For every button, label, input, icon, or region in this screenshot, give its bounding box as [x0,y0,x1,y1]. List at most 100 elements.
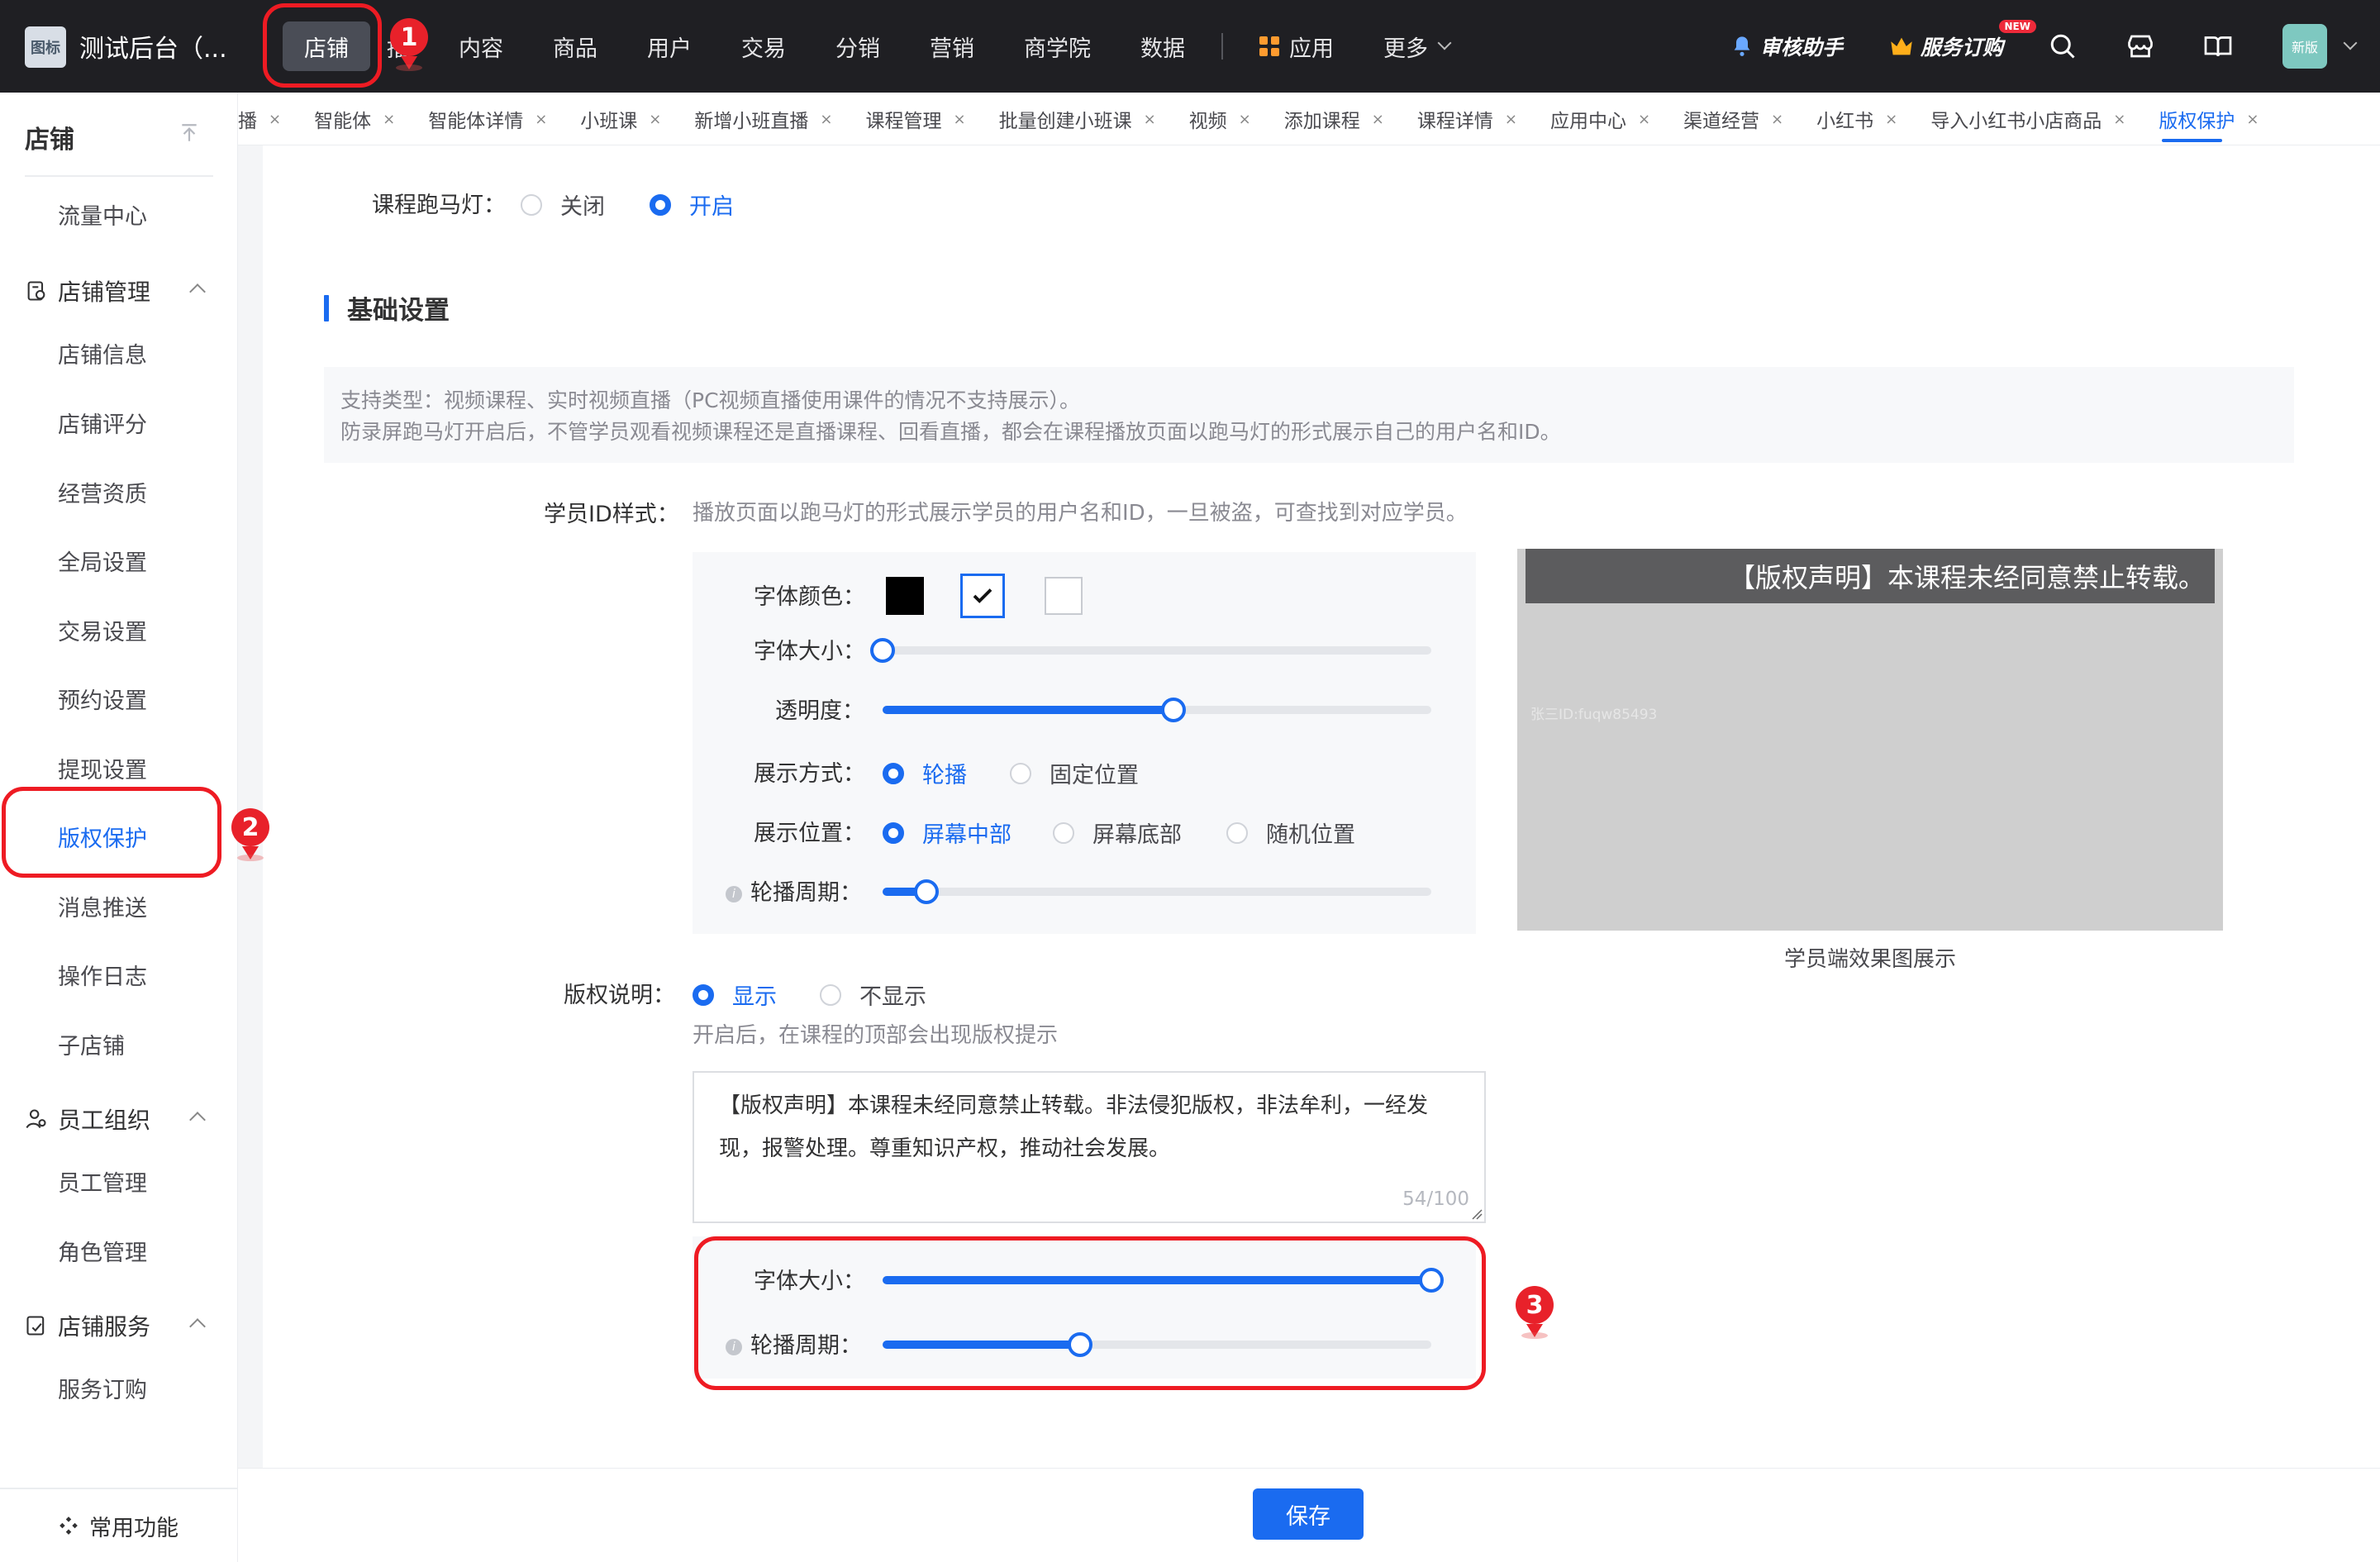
page-tabs: 播 × 智能体 × 智能体详情 × 小班课 × 新增小班直播 × 课程管理 × 批量创建小班课 × 视频 × 添… [238,93,2380,145]
tab-item[interactable]: 版权保护 × [2142,93,2275,145]
sidebar-item-booking-settings[interactable]: 预约设置 [58,683,147,715]
nav-item-data[interactable]: 数据 [1116,21,1210,71]
sidebar-item-service-subscribe[interactable]: 服务订购 [58,1372,147,1404]
close-icon[interactable]: × [2113,111,2125,128]
nav-item-content[interactable]: 内容 [434,21,528,71]
store-icon[interactable] [2122,28,2159,64]
nav-item-more[interactable]: 更多 [1359,21,1474,71]
sidebar-item-withdraw-settings[interactable]: 提现设置 [58,752,147,784]
marquee-off-radio[interactable]: 关闭 [521,188,605,221]
close-icon[interactable]: × [820,111,832,128]
tab-item[interactable]: 课程管理 × [849,93,982,145]
slider-thumb[interactable] [870,638,895,663]
color-swatch-white-selected[interactable] [960,574,1005,618]
font-size-slider[interactable] [870,638,1431,663]
sidebar-item-sub-shop[interactable]: 子店铺 [58,1028,125,1060]
slider-thumb[interactable] [1160,698,1186,722]
display-position-center-label: 屏幕中部 [922,822,1011,848]
tab-label: 批量创建小班课 [998,111,1132,132]
display-position-random-radio[interactable]: 随机位置 [1226,817,1355,849]
sidebar-item-message-push[interactable]: 消息推送 [58,890,147,922]
close-icon[interactable]: × [2246,111,2259,128]
nav-item-marketing[interactable]: 营销 [905,21,999,71]
nav-item-users[interactable]: 用户 [622,21,716,71]
copyright-textarea[interactable]: 【版权声明】本课程未经同意禁止转载。非法侵犯版权，非法牟利，一经发现，报警处理。… [693,1071,1486,1223]
new-badge: NEW [1998,20,2036,33]
tab-item[interactable]: 课程详情 × [1401,93,1534,145]
tab-item[interactable]: 视频 × [1173,93,1268,145]
close-icon[interactable]: × [1638,111,1650,128]
sidebar-item-qualification[interactable]: 经营资质 [58,476,147,508]
sidebar-item-role-manage[interactable]: 角色管理 [58,1235,147,1267]
pin-icon[interactable] [178,122,200,144]
tab-item[interactable]: 智能体详情 × [412,93,564,145]
sidebar-group-shop-manage[interactable]: 店铺管理 [25,274,150,307]
tab-item[interactable]: 播 × [238,93,298,145]
chevron-down-icon[interactable] [2343,36,2358,50]
nav-item-trade[interactable]: 交易 [716,21,811,71]
sidebar-group-shop-service[interactable]: 店铺服务 [25,1309,150,1342]
close-icon[interactable]: × [383,111,395,128]
tab-item[interactable]: 新增小班直播 × [678,93,849,145]
marquee-on-radio[interactable]: 开启 [650,188,734,221]
tab-item[interactable]: 批量创建小班课 × [983,93,1173,145]
close-icon[interactable]: × [953,111,965,128]
search-icon[interactable] [2044,28,2081,64]
chevron-up-icon[interactable] [189,1318,206,1335]
close-icon[interactable]: × [1885,111,1897,128]
sidebar-item-shop-rating[interactable]: 店铺评分 [58,407,147,439]
sidebar-item-trade-settings[interactable]: 交易设置 [58,614,147,646]
close-icon[interactable]: × [1372,111,1384,128]
period-slider[interactable] [883,879,1431,904]
tab-item[interactable]: 小红书 × [1800,93,1914,145]
close-icon[interactable]: × [1505,111,1517,128]
sidebar-item-staff-manage[interactable]: 员工管理 [58,1165,147,1198]
copyright-show-radio[interactable]: 显示 [693,979,777,1011]
nav-item-goods[interactable]: 商品 [528,21,622,71]
chevron-up-icon[interactable] [189,283,206,300]
close-icon[interactable]: × [1144,111,1156,128]
display-position-bottom-label: 屏幕底部 [1092,822,1182,848]
tab-item[interactable]: 小班课 × [564,93,678,145]
shop-logo[interactable]: 图标 [25,26,66,68]
avatar[interactable]: 新版 [2282,24,2327,69]
opacity-slider[interactable] [883,698,1431,722]
close-icon[interactable]: × [1771,111,1783,128]
color-swatch-white[interactable] [1045,577,1083,615]
slider-thumb[interactable] [914,879,940,904]
radio-circle [1053,821,1074,844]
tab-item[interactable]: 导入小红书小店商品 × [1914,93,2142,145]
chevron-up-icon[interactable] [189,1112,206,1128]
book-icon[interactable] [2200,28,2236,64]
tab-item[interactable]: 渠道经营 × [1667,93,1800,145]
close-icon[interactable]: × [269,111,281,128]
nav-item-apps[interactable]: 应用 [1235,21,1359,71]
service-subscribe-button[interactable]: 服务订购 NEW [1889,20,2036,61]
close-icon[interactable]: × [649,111,661,128]
resize-handle-icon[interactable] [1469,1207,1483,1220]
sidebar-item-traffic-center[interactable]: 流量中心 [58,198,147,231]
sidebar-item-global-settings[interactable]: 全局设置 [58,545,147,577]
display-mode-fixed-radio[interactable]: 固定位置 [1010,757,1139,789]
review-assistant-button[interactable]: 审核助手 [1730,31,1843,61]
nav-item-academy[interactable]: 商学院 [999,21,1116,71]
sidebar-group-staff[interactable]: 员工组织 [25,1102,150,1136]
info-icon[interactable]: i [726,885,742,902]
close-icon[interactable]: × [535,111,547,128]
display-position-bottom-radio[interactable]: 屏幕底部 [1053,817,1182,849]
sidebar-item-operation-log[interactable]: 操作日志 [58,959,147,991]
display-position-center-radio[interactable]: 屏幕中部 [883,817,1011,849]
copyright-hide-radio[interactable]: 不显示 [820,979,926,1011]
app-title[interactable]: 测试后台（... [79,28,227,64]
display-mode-carousel-radio[interactable]: 轮播 [883,757,967,789]
save-button[interactable]: 保存 [1253,1488,1364,1540]
tab-item[interactable]: 应用中心 × [1534,93,1667,145]
sidebar-common-functions[interactable]: 常用功能 [0,1488,238,1562]
color-swatch-black[interactable] [886,577,924,615]
nav-item-distribution[interactable]: 分销 [811,21,905,71]
page-tabs-inner: 播 × 智能体 × 智能体详情 × 小班课 × 新增小班直播 × 课程管理 × 批量创建小班课 × 视频 × 添… [238,93,2380,145]
tab-item[interactable]: 智能体 × [298,93,412,145]
close-icon[interactable]: × [1239,111,1251,128]
tab-item[interactable]: 添加课程 × [1268,93,1401,145]
sidebar-item-shop-info[interactable]: 店铺信息 [58,337,147,369]
